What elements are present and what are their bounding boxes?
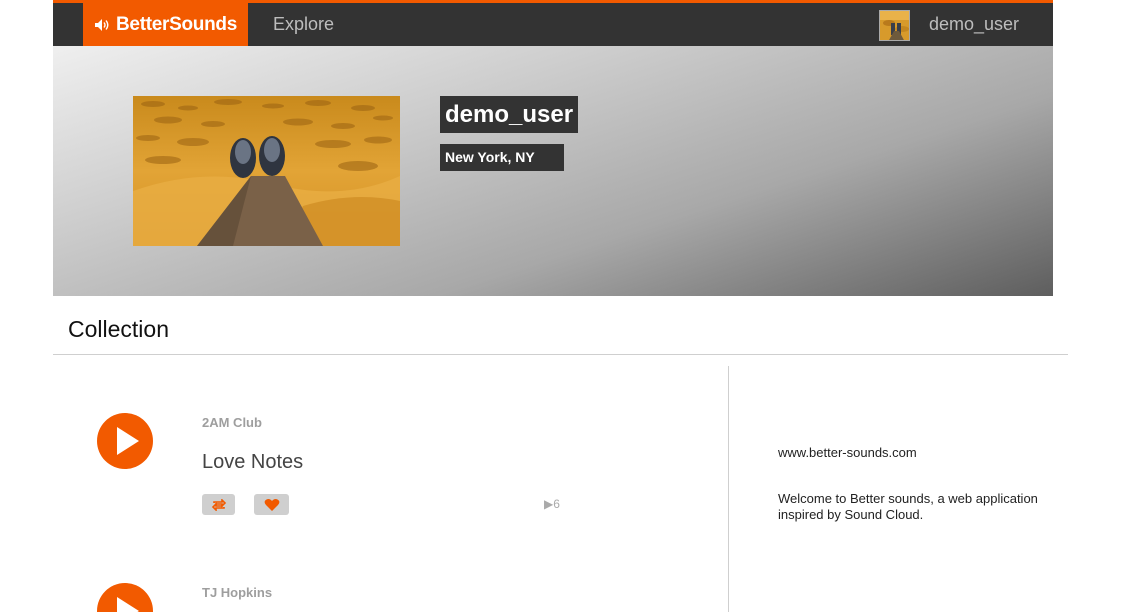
avatar[interactable] bbox=[879, 10, 910, 41]
track-artist[interactable]: TJ Hopkins bbox=[202, 585, 272, 600]
brand-name: BetterSounds bbox=[116, 13, 237, 35]
column-divider bbox=[728, 366, 729, 612]
track-item: TJ Hopkins bbox=[53, 536, 693, 612]
profile-header: demo_user New York, NY bbox=[53, 46, 1053, 296]
play-icon bbox=[117, 597, 139, 612]
play-button[interactable] bbox=[97, 413, 153, 469]
like-button[interactable] bbox=[254, 494, 289, 515]
page: BetterSounds Explore demo_user demo_user… bbox=[0, 0, 1121, 612]
play-button[interactable] bbox=[97, 583, 153, 612]
sidebar-website-link[interactable]: www.better-sounds.com bbox=[778, 445, 917, 460]
play-count: ▶6 bbox=[544, 497, 560, 511]
profile-name: demo_user bbox=[440, 96, 579, 133]
avatar-image bbox=[880, 11, 909, 40]
nav-username[interactable]: demo_user bbox=[929, 14, 1019, 35]
track-title[interactable]: Love Notes bbox=[202, 451, 303, 474]
heart-icon bbox=[264, 498, 279, 511]
play-count-icon: ▶ bbox=[544, 497, 554, 511]
sidebar-description: Welcome to Better sounds, a web applicat… bbox=[778, 491, 1038, 522]
repost-icon bbox=[211, 498, 226, 511]
speaker-icon bbox=[95, 18, 109, 31]
repost-button[interactable] bbox=[202, 494, 235, 515]
nav-explore-link[interactable]: Explore bbox=[273, 14, 334, 35]
play-count-value: 6 bbox=[553, 497, 560, 511]
track-artist[interactable]: 2AM Club bbox=[202, 415, 262, 430]
section-title: Collection bbox=[68, 316, 169, 342]
profile-location: New York, NY bbox=[440, 144, 564, 171]
section-divider bbox=[53, 354, 1068, 355]
brand-logo[interactable]: BetterSounds bbox=[83, 0, 248, 49]
profile-cover-image bbox=[133, 96, 400, 246]
play-icon bbox=[117, 427, 139, 455]
top-navbar: BetterSounds Explore demo_user bbox=[53, 0, 1053, 49]
